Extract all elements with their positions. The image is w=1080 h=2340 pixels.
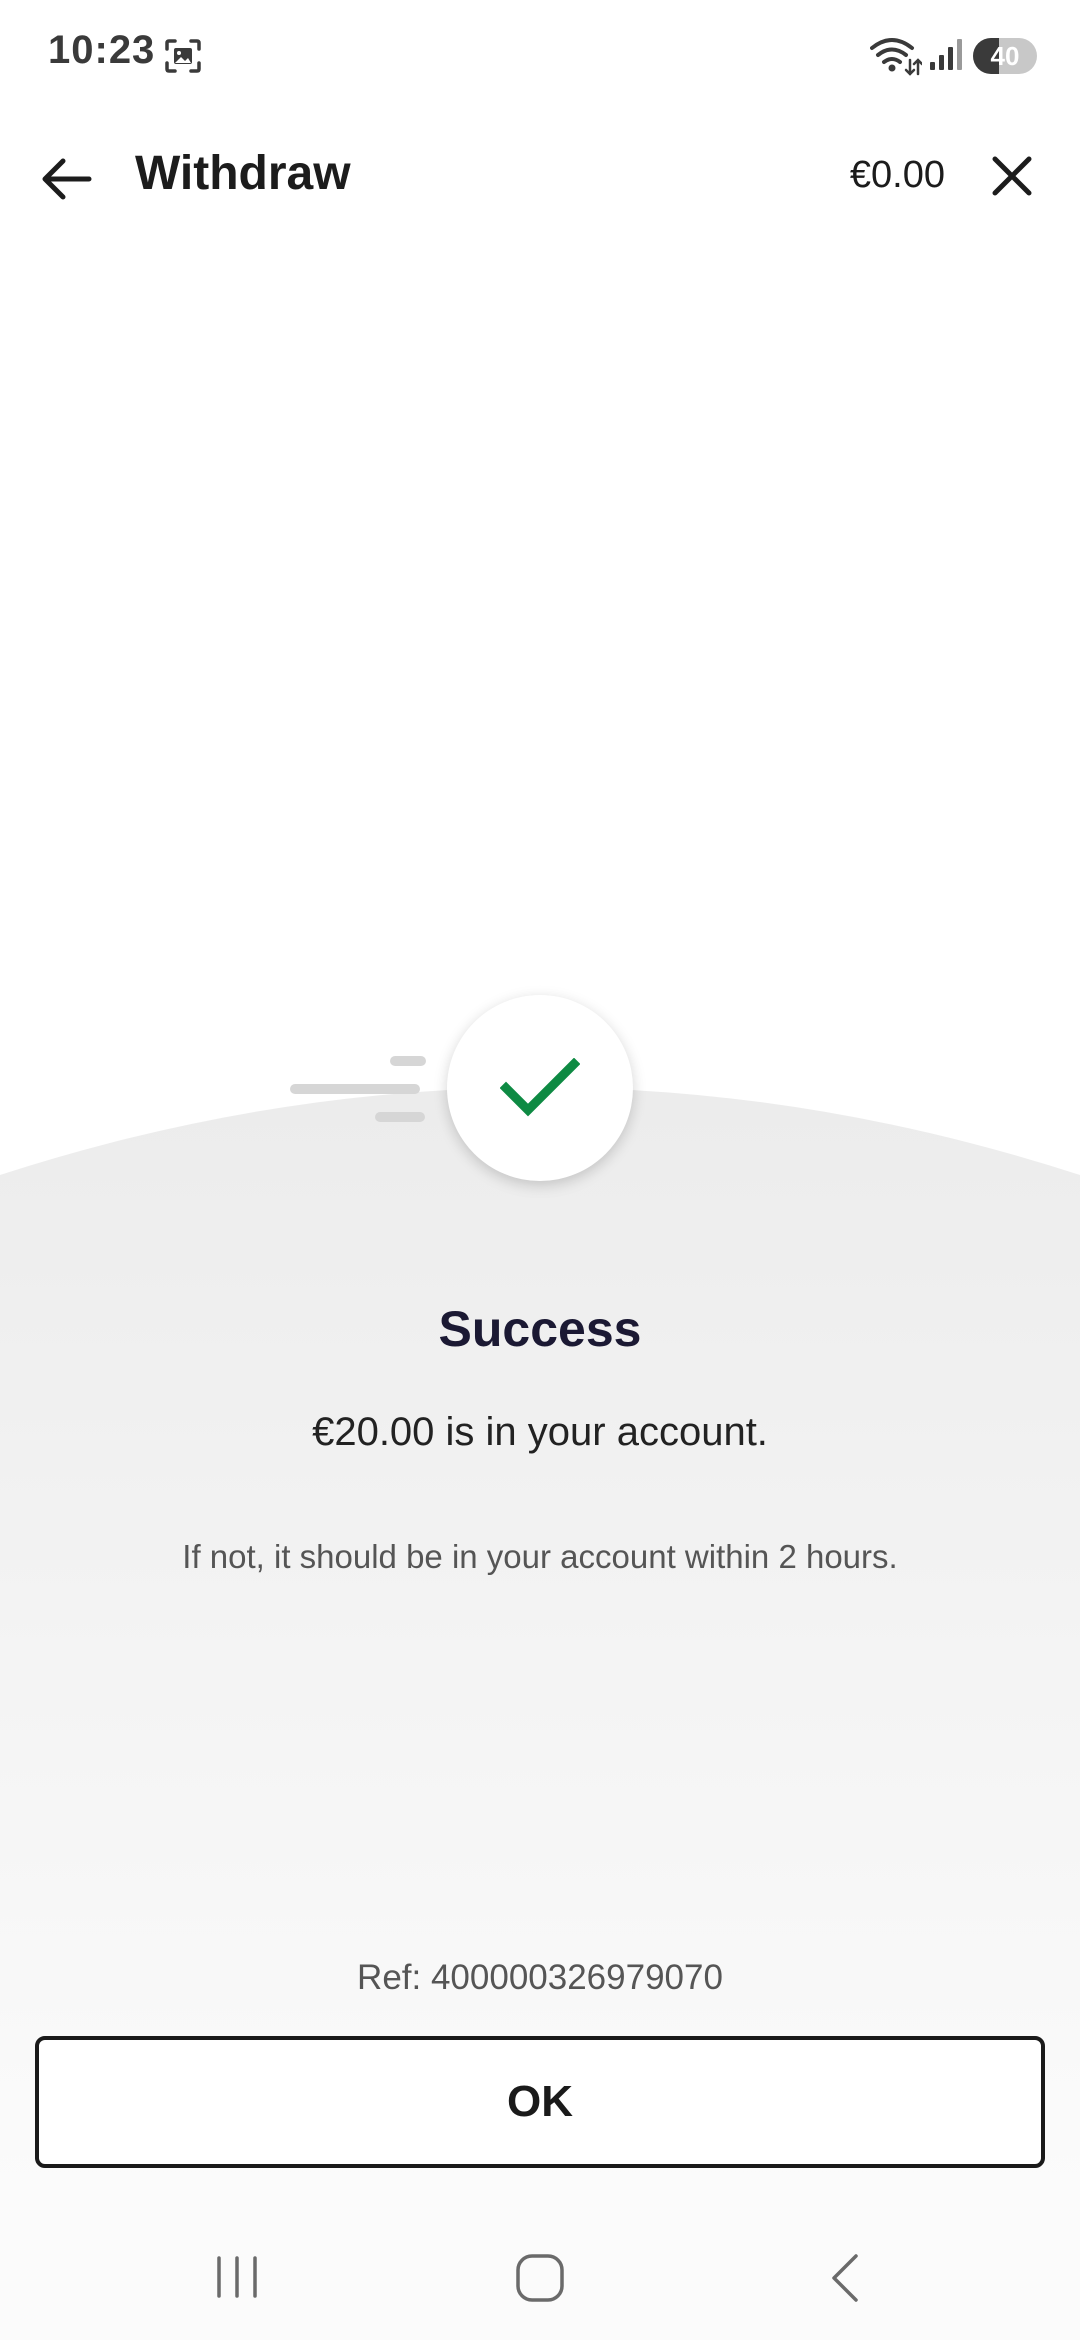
check-icon (500, 1058, 580, 1117)
signal-icon (930, 39, 962, 70)
back-icon[interactable] (820, 2250, 870, 2306)
info-message: If not, it should be in your account wit… (182, 1538, 898, 1575)
app-bar: Withdraw €0.00 (0, 112, 1080, 242)
recents-icon[interactable] (205, 2252, 269, 2302)
home-icon[interactable] (510, 2250, 570, 2306)
status-time: 10:23 (48, 28, 156, 72)
battery-icon: 40 (973, 38, 1037, 74)
reference-number: Ref: 400000326979070 (357, 1958, 723, 1997)
success-badge (447, 995, 633, 1181)
wifi-icon (870, 38, 922, 76)
arrow-left-icon (42, 158, 92, 200)
back-button[interactable] (30, 142, 104, 216)
page-title: Withdraw (135, 147, 351, 200)
close-button[interactable] (980, 144, 1044, 208)
success-title: Success (438, 1301, 642, 1357)
close-icon (992, 156, 1032, 196)
battery-level: 40 (990, 41, 1020, 71)
balance-display: €0.00 (849, 154, 945, 196)
amount-message: €20.00 is in your account. (312, 1410, 768, 1454)
status-bar: 10:23 40 (0, 0, 1080, 112)
ok-button[interactable]: OK (35, 2036, 1045, 2168)
system-nav-bar (0, 2210, 1080, 2340)
withdraw-success-screen: 10:23 40 Withdraw €0.00 Success €20.00 i… (0, 0, 1080, 2340)
speed-lines-icon (290, 1056, 426, 1122)
screenshot-icon (165, 39, 201, 73)
